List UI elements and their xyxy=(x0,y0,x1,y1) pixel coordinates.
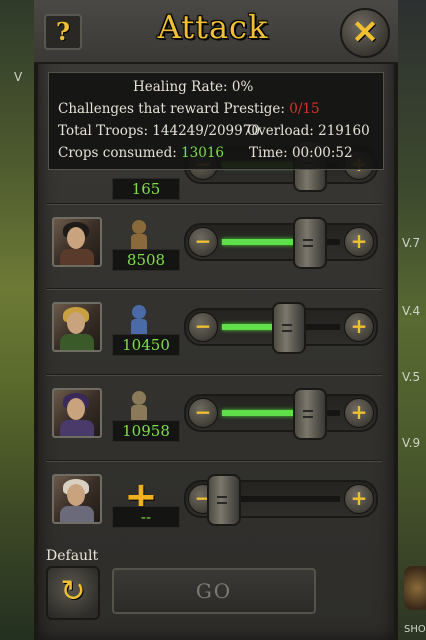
total-troops-label: Total Troops: xyxy=(58,123,148,139)
map-edge-label: SHO xyxy=(404,624,426,635)
troop-count: 10450 xyxy=(112,334,180,356)
map-edge-label: V.4 xyxy=(402,304,421,318)
decrease-button[interactable]: − xyxy=(188,398,218,428)
crops-label: Crops consumed: xyxy=(58,145,177,161)
row-divider xyxy=(46,460,382,461)
crops-value: 13016 xyxy=(181,145,225,161)
map-edge-label: V.5 xyxy=(402,370,421,384)
battle-info-panel: Healing Rate: 0% Challenges that reward … xyxy=(48,72,384,170)
troop-slider[interactable]: −+ xyxy=(184,302,378,354)
slider-thumb[interactable] xyxy=(293,217,327,269)
map-edge-label: V.9 xyxy=(402,436,421,450)
decrease-button[interactable]: − xyxy=(188,312,218,342)
troop-slider[interactable]: −+ xyxy=(184,474,378,526)
troop-slider[interactable]: −+ xyxy=(184,217,378,269)
hero-portrait[interactable] xyxy=(52,474,102,524)
help-button[interactable]: ? xyxy=(44,14,82,50)
troop-count: 165 xyxy=(112,178,180,200)
slider-thumb[interactable] xyxy=(272,302,306,354)
troop-slider[interactable]: −+ xyxy=(184,388,378,440)
background-map-right xyxy=(398,0,426,640)
default-label: Default xyxy=(46,548,99,564)
map-edge-label: V xyxy=(14,70,23,84)
slider-thumb[interactable] xyxy=(207,474,241,526)
total-troops-value: 144249/209970 xyxy=(152,123,260,139)
troop-count: 10958 xyxy=(112,420,180,442)
slider-thumb[interactable] xyxy=(293,388,327,440)
map-edge-label: V.7 xyxy=(402,236,421,250)
healing-rate-value: 0% xyxy=(231,79,254,95)
go-button[interactable]: GO xyxy=(112,568,316,614)
troop-count: -- xyxy=(112,506,180,528)
overload-label: Overload: xyxy=(247,123,314,139)
hero-portrait[interactable] xyxy=(52,217,102,267)
decrease-button[interactable]: − xyxy=(188,227,218,257)
time-value: 00:00:52 xyxy=(291,145,353,161)
increase-button[interactable]: + xyxy=(344,398,374,428)
prestige-value: 0/15 xyxy=(289,101,320,117)
row-divider xyxy=(46,288,382,289)
close-button[interactable]: ✕ xyxy=(340,8,390,58)
overload-value: 219160 xyxy=(318,123,370,139)
prestige-label: Challenges that reward Prestige: xyxy=(58,101,285,117)
hero-portrait[interactable] xyxy=(52,302,102,352)
increase-button[interactable]: + xyxy=(344,484,374,514)
increase-button[interactable]: + xyxy=(344,227,374,257)
reset-default-button[interactable]: ↻ xyxy=(46,566,100,620)
increase-button[interactable]: + xyxy=(344,312,374,342)
healing-rate-label: Healing Rate: xyxy=(133,79,228,95)
hero-portrait[interactable] xyxy=(52,388,102,438)
time-label: Time: xyxy=(249,145,288,161)
row-divider xyxy=(46,374,382,375)
troop-count: 8508 xyxy=(112,249,180,271)
map-corner-icon xyxy=(404,566,426,610)
row-divider xyxy=(46,203,382,204)
